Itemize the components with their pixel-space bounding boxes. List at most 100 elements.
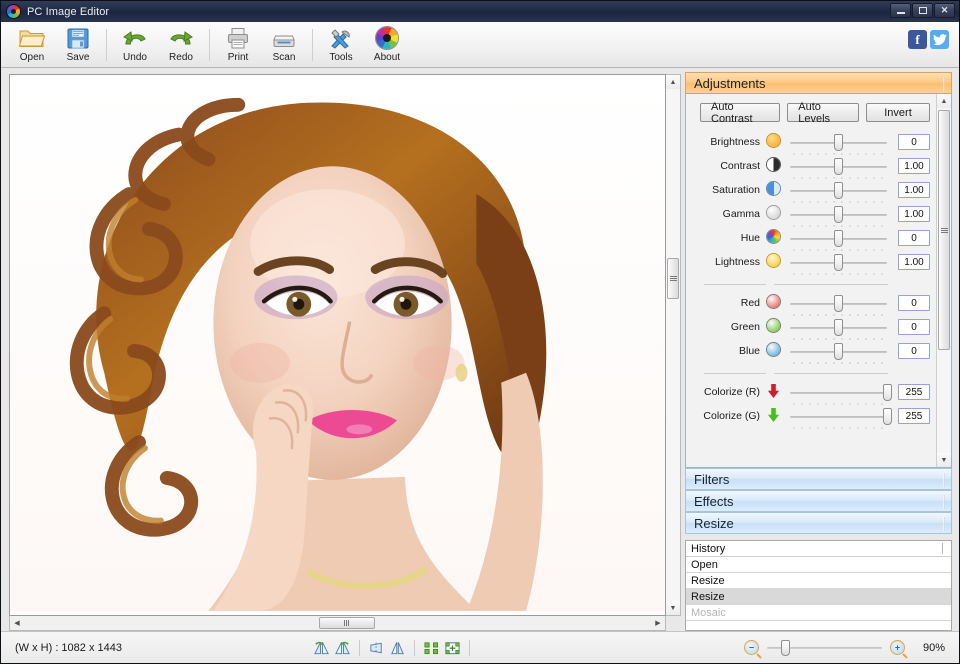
slider-value[interactable]: 1.00	[898, 158, 930, 174]
scroll-left-arrow-icon[interactable]: ◀	[10, 616, 24, 630]
slider-value[interactable]: 0	[898, 319, 930, 335]
section-header-effects[interactable]: Effects	[685, 490, 952, 512]
history-panel[interactable]: History Open Resize Resize Mosaic	[685, 540, 952, 631]
scroll-down-arrow-icon[interactable]: ▼	[666, 601, 680, 615]
rotate-right-icon[interactable]	[332, 638, 353, 658]
slider-value[interactable]: 255	[898, 408, 930, 424]
scroll-down-arrow-icon[interactable]: ▼	[937, 453, 951, 467]
scan-button[interactable]: Scan	[261, 23, 307, 67]
slider-value[interactable]: 0	[898, 295, 930, 311]
slider-track[interactable]	[786, 157, 891, 179]
slider-track[interactable]	[786, 318, 891, 340]
flip-horizontal-icon[interactable]	[366, 638, 387, 658]
slider-thumb[interactable]	[834, 230, 843, 247]
color-wheel-icon	[7, 5, 20, 18]
slider-value[interactable]: 0	[898, 230, 930, 246]
history-item[interactable]: Mosaic	[686, 605, 951, 621]
zoom-in-icon[interactable]: +	[890, 640, 905, 655]
slider-track[interactable]	[786, 342, 891, 364]
slider-row-lightness: Lightness 1.00	[694, 253, 930, 277]
slider-thumb[interactable]	[883, 384, 893, 401]
image-canvas[interactable]	[9, 74, 666, 616]
slider-track[interactable]	[786, 205, 891, 227]
invert-button[interactable]: Invert	[866, 103, 930, 122]
panel-vscroll-thumb[interactable]	[938, 110, 950, 350]
slider-thumb[interactable]	[883, 408, 893, 425]
rotate-left-icon[interactable]	[311, 638, 332, 658]
history-item[interactable]: Resize	[686, 573, 951, 589]
crop-icon[interactable]	[421, 638, 442, 658]
slider-thumb[interactable]	[834, 254, 843, 271]
scroll-up-arrow-icon[interactable]: ▲	[937, 94, 951, 108]
group-divider	[694, 284, 930, 285]
slider-track[interactable]	[786, 253, 891, 275]
history-item[interactable]: Open	[686, 557, 951, 573]
redo-arrow-icon	[166, 25, 196, 51]
flip-vertical-icon[interactable]	[387, 638, 408, 658]
fit-to-window-icon[interactable]	[442, 638, 463, 658]
section-header-filters[interactable]: Filters	[685, 468, 952, 490]
vscroll-thumb[interactable]	[667, 257, 679, 299]
twitter-icon[interactable]	[930, 30, 949, 49]
canvas-vertical-scrollbar[interactable]: ▲ ▼	[666, 74, 681, 616]
redo-button[interactable]: Redo	[158, 23, 204, 67]
slider-track[interactable]	[786, 181, 891, 203]
slider-value[interactable]: 1.00	[898, 206, 930, 222]
slider-value[interactable]: 255	[898, 384, 930, 400]
slider-row-hue: Hue 0	[694, 229, 930, 253]
tools-button[interactable]: Tools	[318, 23, 364, 67]
slider-row-brightness: Brightness 0	[694, 133, 930, 157]
slider-thumb[interactable]	[834, 182, 843, 199]
history-item[interactable]: Resize	[686, 589, 951, 605]
auto-contrast-button[interactable]: Auto Contrast	[700, 101, 781, 125]
slider-value[interactable]: 0	[898, 134, 930, 150]
vscroll-track[interactable]	[666, 89, 680, 601]
folder-open-icon	[17, 25, 47, 51]
hscroll-thumb[interactable]	[318, 617, 376, 629]
slider-ticks	[790, 199, 887, 203]
slider-track[interactable]	[786, 294, 891, 316]
hscroll-track[interactable]	[24, 616, 651, 630]
slider-track[interactable]	[786, 133, 891, 155]
slider-value[interactable]: 1.00	[898, 254, 930, 270]
close-button[interactable]: ✕	[934, 3, 955, 18]
color-wheel-icon	[372, 25, 402, 51]
section-header-resize[interactable]: Resize	[685, 512, 952, 534]
zoom-out-icon[interactable]: −	[744, 640, 759, 655]
zoom-slider-thumb[interactable]	[780, 639, 790, 656]
slider-row-colorize-r: Colorize (R) 255	[694, 383, 930, 407]
minimize-button[interactable]	[890, 3, 911, 18]
scroll-right-arrow-icon[interactable]: ▶	[651, 616, 665, 630]
print-button[interactable]: Print	[215, 23, 261, 67]
undo-button[interactable]: Undo	[112, 23, 158, 67]
slider-value[interactable]: 0	[898, 343, 930, 359]
slider-label: Lightness	[715, 256, 760, 268]
slider-group-basic: Brightness 0 Contrast 1.00 Saturation 1.00 Gam…	[694, 133, 930, 277]
slider-thumb[interactable]	[834, 319, 843, 336]
scroll-up-arrow-icon[interactable]: ▲	[666, 75, 680, 89]
save-button[interactable]: Save	[55, 23, 101, 67]
slider-track[interactable]	[786, 229, 891, 251]
facebook-icon[interactable]: f	[908, 30, 927, 49]
social-links: f	[908, 30, 949, 49]
slider-track[interactable]	[786, 383, 893, 405]
about-button[interactable]: About	[364, 23, 410, 67]
zoom-slider[interactable]	[767, 639, 882, 656]
section-header-adjustments[interactable]: Adjustments	[685, 72, 952, 94]
auto-levels-button[interactable]: Auto Levels	[787, 101, 859, 125]
window-title: PC Image Editor	[27, 5, 110, 18]
slider-thumb[interactable]	[834, 134, 843, 151]
maximize-button[interactable]	[912, 3, 933, 18]
slider-track[interactable]	[786, 407, 893, 429]
slider-thumb[interactable]	[834, 295, 843, 312]
slider-value[interactable]: 1.00	[898, 182, 930, 198]
slider-thumb[interactable]	[834, 343, 843, 360]
canvas-horizontal-scrollbar[interactable]: ◀ ▶	[9, 616, 666, 631]
open-button[interactable]: Open	[9, 23, 55, 67]
slider-thumb[interactable]	[834, 206, 843, 223]
panel-vertical-scrollbar[interactable]: ▲ ▼	[936, 94, 951, 467]
slider-ticks	[790, 151, 887, 155]
slider-thumb[interactable]	[834, 158, 843, 175]
sun-icon	[760, 133, 786, 147]
panel-vscroll-track[interactable]	[937, 108, 951, 453]
